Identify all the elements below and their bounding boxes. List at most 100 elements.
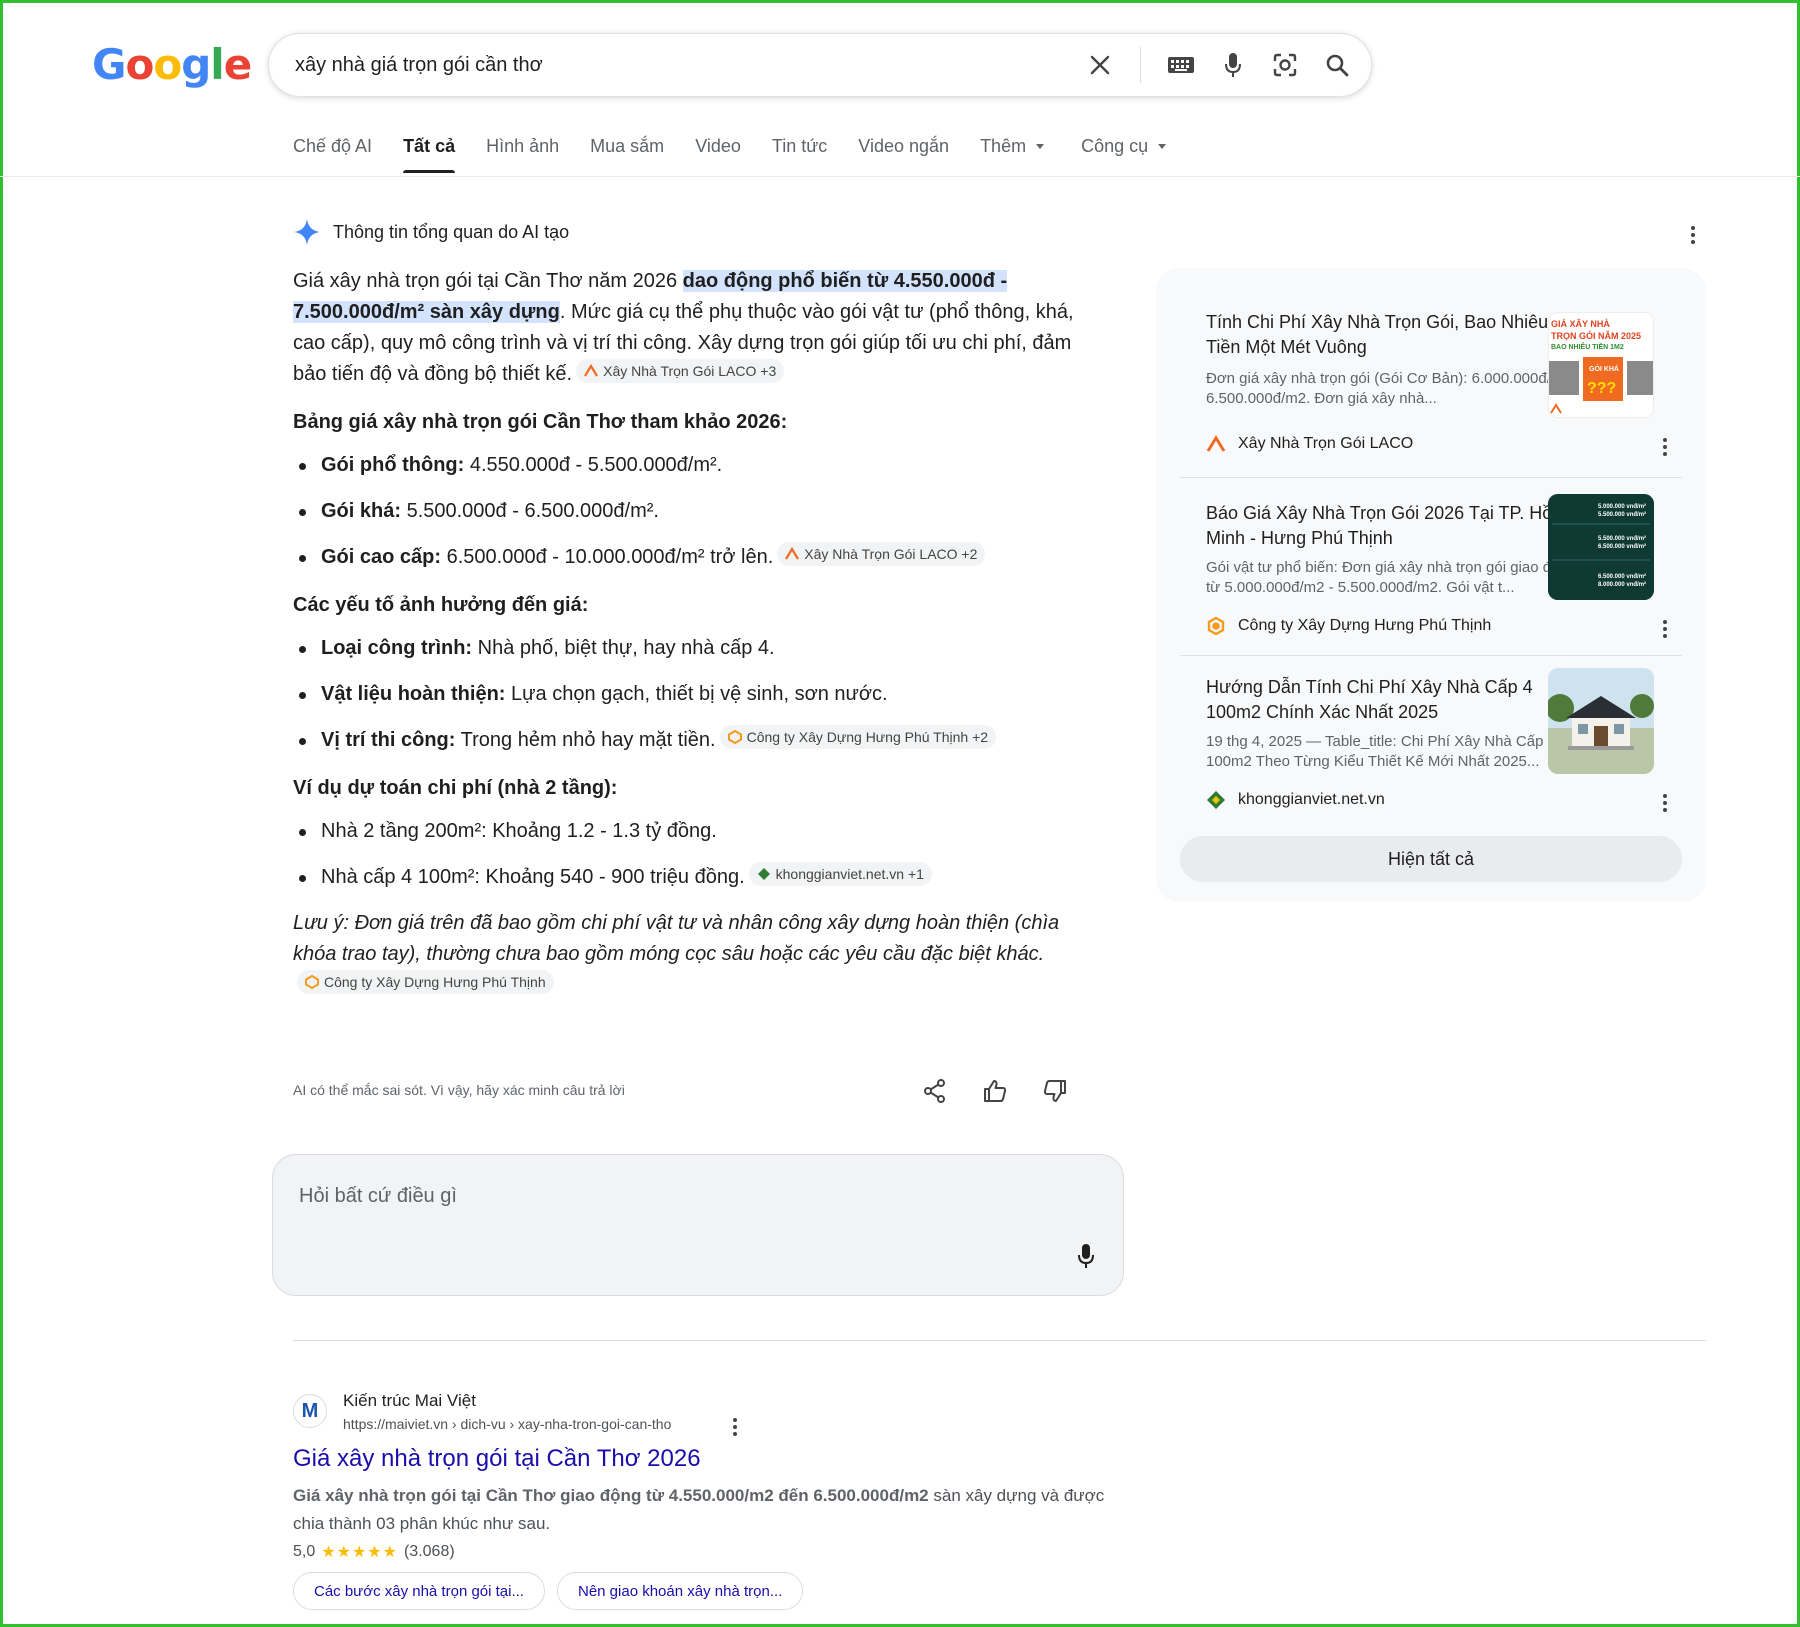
source-title[interactable]: Báo Giá Xây Nhà Trọn Gói 2026 Tại TP. Hồ… xyxy=(1206,501,1586,551)
sitelink-pill[interactable]: Nên giao khoán xây nhà trọn... xyxy=(557,1572,804,1610)
tab-all[interactable]: Tất cả xyxy=(403,136,456,173)
source-card[interactable]: Hướng Dẫn Tính Chi Phí Xây Nhà Cấp 4 100… xyxy=(1180,656,1682,834)
search-input[interactable]: xây nhà giá trọn gói cần thơ xyxy=(295,54,1084,77)
tab-ai-mode[interactable]: Chế độ AI xyxy=(293,136,372,173)
source-desc: 19 thg 4, 2025 — Table_title: Chi Phí Xâ… xyxy=(1206,733,1556,770)
thumb-text: ??? xyxy=(1587,380,1616,397)
citation-chip[interactable]: Công ty Xây Dựng Hưng Phú Thịnh xyxy=(297,970,554,994)
header-divider xyxy=(0,176,1800,177)
hung-phu-thinh-logo-icon xyxy=(1207,616,1225,636)
search-tabs: Chế độ AI Tất cả Hình ảnh Mua sắm Video … xyxy=(293,136,1167,173)
results-divider xyxy=(293,1340,1706,1341)
source-menu-icon[interactable] xyxy=(1662,794,1668,812)
laco-logo-icon xyxy=(584,364,599,377)
ask-anything-box[interactable]: Hỏi bất cứ điều gì xyxy=(272,1154,1124,1296)
thumbs-down-icon[interactable] xyxy=(1042,1078,1068,1104)
microphone-icon[interactable] xyxy=(1077,1243,1095,1269)
tab-more[interactable]: Thêm xyxy=(980,136,1045,173)
site-favicon[interactable]: M xyxy=(293,1394,327,1428)
price-heading: Bảng giá xây nhà trọn gói Cần Thơ tham k… xyxy=(293,411,788,433)
hung-phu-thinh-logo-icon xyxy=(727,730,742,744)
khonggianviet-logo-icon xyxy=(1207,791,1225,809)
source-title[interactable]: Tính Chi Phí Xây Nhà Trọn Gói, Bao Nhiêu… xyxy=(1206,310,1586,360)
result-snippet: Giá xây nhà trọn gói tại Cần Thơ giao độ… xyxy=(293,1486,1105,1533)
list-item: Nhà cấp 4 100m²: Khoảng 540 - 900 triệu … xyxy=(293,862,1093,893)
list-item: Gói phổ thông: 4.550.000đ - 5.500.000đ/m… xyxy=(293,450,1093,481)
khonggianviet-logo-icon xyxy=(757,868,770,880)
list-item: Gói khá: 5.500.000đ - 6.500.000đ/m². xyxy=(293,496,1093,527)
ask-input-placeholder[interactable]: Hỏi bất cứ điều gì xyxy=(299,1185,457,1208)
list-item: Loại công trình: Nhà phố, biệt thự, hay … xyxy=(293,633,1093,664)
result-menu-icon[interactable] xyxy=(732,1418,738,1436)
search-icon[interactable] xyxy=(1321,49,1353,81)
lens-search-icon[interactable] xyxy=(1269,49,1301,81)
thumb-text: TRỌN GÓI NĂM 2025 xyxy=(1551,330,1641,341)
ai-overview-menu-icon[interactable] xyxy=(1690,226,1696,244)
search-divider xyxy=(1140,47,1141,83)
example-list: Nhà 2 tầng 200m²: Khoảng 1.2 - 1.3 tỷ đồ… xyxy=(293,816,1093,893)
result-rating: 5,0 ★★★★★ (3.068) xyxy=(293,1543,455,1561)
source-desc: Đơn giá xây nhà trọn gói (Gói Cơ Bản): 6… xyxy=(1206,370,1585,407)
citation-chip[interactable]: Công ty Xây Dựng Hưng Phú Thịnh +2 xyxy=(719,725,997,749)
result-title-link[interactable]: Giá xây nhà trọn gói tại Cần Thơ 2026 xyxy=(293,1445,701,1473)
tab-videos[interactable]: Video xyxy=(695,136,741,173)
thumb-text: 5.500.000 vnđ/m² xyxy=(1598,511,1646,518)
source-card[interactable]: Tính Chi Phí Xây Nhà Trọn Gói, Bao Nhiêu… xyxy=(1180,268,1682,478)
google-logo[interactable]: Google xyxy=(92,40,252,89)
list-item: Vị trí thi công: Trong hẻm nhỏ hay mặt t… xyxy=(293,725,1093,756)
source-thumbnail[interactable]: GIÁ XÂY NHÀ TRỌN GÓI NĂM 2025 BAO NHIÊU … xyxy=(1548,312,1654,418)
voice-search-icon[interactable] xyxy=(1217,49,1249,81)
caret-down-icon xyxy=(1036,144,1045,149)
list-item: Gói cao cấp: 6.500.000đ - 10.000.000đ/m²… xyxy=(293,542,1093,573)
list-item: Nhà 2 tầng 200m²: Khoảng 1.2 - 1.3 tỷ đồ… xyxy=(293,816,1093,847)
price-list: Gói phổ thông: 4.550.000đ - 5.500.000đ/m… xyxy=(293,450,1093,573)
result-url[interactable]: https://maiviet.vn › dich-vu › xay-nha-t… xyxy=(343,1416,671,1432)
source-thumbnail[interactable] xyxy=(1548,668,1654,774)
source-site[interactable]: khonggianviet.net.vn xyxy=(1206,790,1385,810)
ai-disclaimer: AI có thể mắc sai sót. Vì vậy, hãy xác m… xyxy=(293,1082,625,1098)
sitelink-pill[interactable]: Các bước xây nhà trọn gói tại... xyxy=(293,1572,545,1610)
share-icon[interactable] xyxy=(922,1078,948,1104)
feedback-icons xyxy=(922,1078,1068,1104)
result-site-name[interactable]: Kiến trúc Mai Việt xyxy=(343,1391,476,1411)
rating-stars-icon: ★★★★★ xyxy=(321,1544,398,1561)
source-title[interactable]: Hướng Dẫn Tính Chi Phí Xây Nhà Cấp 4 100… xyxy=(1206,675,1586,725)
ai-note: Lưu ý: Đơn giá trên đã bao gồm chi phí v… xyxy=(293,908,1093,1001)
keyboard-icon[interactable] xyxy=(1165,49,1197,81)
source-menu-icon[interactable] xyxy=(1662,620,1668,638)
thumb-text: 6.500.000 vnđ/m² xyxy=(1598,543,1646,550)
example-heading: Ví dụ dự toán chi phí (nhà 2 tầng): xyxy=(293,777,618,799)
thumb-text: GÓI KHÁ xyxy=(1589,364,1619,373)
thumb-text: GIÁ XÂY NHÀ xyxy=(1551,318,1610,329)
ai-sources-panel: Tính Chi Phí Xây Nhà Trọn Gói, Bao Nhiêu… xyxy=(1156,268,1706,902)
tab-images[interactable]: Hình ảnh xyxy=(486,136,559,173)
source-card[interactable]: Báo Giá Xây Nhà Trọn Gói 2026 Tại TP. Hồ… xyxy=(1180,478,1682,656)
ai-overview-header: Thông tin tổng quan do AI tạo xyxy=(293,218,569,246)
ai-intro: Giá xây nhà trọn gói tại Cần Thơ năm 202… xyxy=(293,270,1074,385)
clear-icon[interactable] xyxy=(1084,49,1116,81)
caret-down-icon xyxy=(1158,144,1167,149)
laco-logo-icon xyxy=(785,547,800,560)
search-box[interactable]: xây nhà giá trọn gói cần thơ xyxy=(268,33,1372,97)
hung-phu-thinh-logo-icon xyxy=(305,975,319,989)
laco-logo-icon xyxy=(1206,435,1226,452)
source-site[interactable]: Công ty Xây Dựng Hưng Phú Thịnh xyxy=(1206,616,1491,636)
thumb-text: 5.500.000 vnđ/m² xyxy=(1598,535,1646,542)
factor-list: Loại công trình: Nhà phố, biệt thự, hay … xyxy=(293,633,1093,756)
citation-chip[interactable]: Xây Nhà Trọn Gói LACO +3 xyxy=(576,359,785,383)
source-site[interactable]: Xây Nhà Trọn Gói LACO xyxy=(1206,435,1413,453)
list-item: Vật liệu hoàn thiện: Lựa chọn gạch, thiế… xyxy=(293,679,1093,710)
citation-chip[interactable]: Xây Nhà Trọn Gói LACO +2 xyxy=(777,542,986,566)
tab-short-videos[interactable]: Video ngắn xyxy=(858,136,949,173)
show-all-button[interactable]: Hiện tất cả xyxy=(1180,836,1682,882)
thumb-text: 5.000.000 vnđ/m² xyxy=(1598,503,1646,510)
thumbs-up-icon[interactable] xyxy=(982,1078,1008,1104)
source-menu-icon[interactable] xyxy=(1662,438,1668,456)
ai-overview-body: Giá xây nhà trọn gói tại Cần Thơ năm 202… xyxy=(293,266,1093,1001)
tab-tools[interactable]: Công cụ xyxy=(1081,136,1167,173)
source-thumbnail[interactable]: 5.000.000 vnđ/m² 5.500.000 vnđ/m² 5.500.… xyxy=(1548,494,1654,600)
source-desc: Gói vật tư phổ biến: Đơn giá xây nhà trọ… xyxy=(1206,559,1577,596)
tab-shopping[interactable]: Mua sắm xyxy=(590,136,664,173)
tab-news[interactable]: Tin tức xyxy=(772,136,827,173)
citation-chip[interactable]: khonggianviet.net.vn +1 xyxy=(748,862,932,886)
